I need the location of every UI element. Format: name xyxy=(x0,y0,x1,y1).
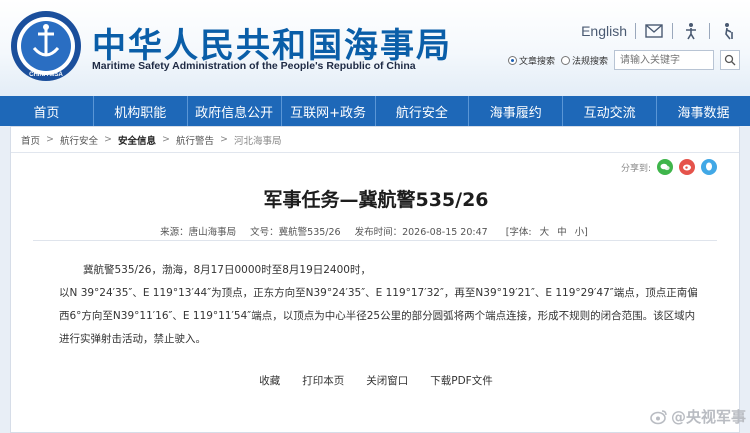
chevron-right-icon: > xyxy=(46,134,54,145)
article-actions: 收藏 打印本页 关闭窗口 下载PDF文件 xyxy=(11,373,741,388)
watermark-text: @央视军事 xyxy=(670,408,746,426)
msa-logo[interactable]: CHINA MSA xyxy=(10,10,82,82)
radio-article-search[interactable]: 文章搜索 xyxy=(507,54,555,67)
article-doc-number: 文号：冀航警535/26 xyxy=(250,227,341,238)
nav-item-compliance[interactable]: 海事履约 xyxy=(468,96,562,126)
search-icon xyxy=(724,54,736,66)
radio-dot xyxy=(507,55,517,65)
breadcrumb-warning[interactable]: 航行警告 xyxy=(176,133,214,147)
qq-icon[interactable] xyxy=(701,159,717,175)
search-button[interactable] xyxy=(720,50,740,70)
radio-label: 文章搜索 xyxy=(518,56,555,67)
radio-dot xyxy=(560,55,570,65)
font-medium-button[interactable]: 中 xyxy=(557,227,567,238)
chevron-right-icon: > xyxy=(104,134,112,145)
nav-item-interaction[interactable]: 互动交流 xyxy=(562,96,656,126)
site-title-en: Maritime Safety Administration of the Pe… xyxy=(92,60,416,72)
article-source: 来源：唐山海事局 xyxy=(160,227,237,238)
breadcrumb-safety-info[interactable]: 安全信息 xyxy=(118,133,156,147)
divider xyxy=(672,23,673,39)
breadcrumb: 首页 > 航行安全 > 安全信息 > 航行警告 > 河北海事局 xyxy=(11,127,739,153)
article-publish-time: 发布时间：2026-08-15 20:47 xyxy=(354,227,488,238)
chevron-right-icon: > xyxy=(161,134,170,145)
radio-law-search[interactable]: 法规搜索 xyxy=(560,54,608,67)
search-input[interactable] xyxy=(614,50,714,70)
radio-label: 法规搜索 xyxy=(571,56,608,67)
share-label: 分享到: xyxy=(620,163,651,174)
main-nav: 首页 机构职能 政府信息公开 互联网+政务 航行安全 海事履约 互动交流 海事数… xyxy=(0,96,750,126)
breadcrumb-current[interactable]: 河北海事局 xyxy=(234,133,282,147)
mail-icon[interactable] xyxy=(644,22,664,40)
accessibility-icon[interactable] xyxy=(681,22,701,40)
share-bar: 分享到: xyxy=(621,159,717,175)
elderly-mode-icon[interactable] xyxy=(718,22,738,40)
svg-text:CHINA MSA: CHINA MSA xyxy=(29,72,63,78)
article-title: 军事任务—冀航警535/26 xyxy=(263,189,489,211)
content-panel: 首页 > 航行安全 > 安全信息 > 航行警告 > 河北海事局 分享到: 军事任… xyxy=(10,126,740,433)
nav-item-data[interactable]: 海事数据 xyxy=(656,96,750,126)
divider xyxy=(635,23,636,39)
nav-item-functions[interactable]: 机构职能 xyxy=(92,96,187,126)
breadcrumb-nav-safety[interactable]: 航行安全 xyxy=(60,133,98,147)
weibo-watermark-icon xyxy=(650,409,667,424)
site-header: CHINA MSA 中华人民共和国海事局 Maritime Safety Adm… xyxy=(0,0,750,96)
article-meta: 来源：唐山海事局 文号：冀航警535/26 发布时间：2026-08-15 20… xyxy=(11,224,741,238)
english-link[interactable]: English xyxy=(581,23,627,39)
favorite-button[interactable]: 收藏 xyxy=(259,373,280,388)
nav-item-nav-safety[interactable]: 航行安全 xyxy=(374,96,469,126)
font-label: [字体: xyxy=(505,227,532,238)
article-paragraph: 以N 39°24′35″、E 119°13′44″为顶点，正东方向至N39°24… xyxy=(59,287,698,345)
weibo-icon[interactable] xyxy=(679,159,695,175)
breadcrumb-home[interactable]: 首页 xyxy=(21,133,40,147)
search-bar: 文章搜索 法规搜索 xyxy=(507,50,740,70)
article-paragraph: 冀航警535/26，渤海，8月17日0000时至8月19日2400时， xyxy=(83,264,371,276)
font-large-button[interactable]: 大 xyxy=(540,227,550,238)
watermark: @央视军事 xyxy=(650,406,746,427)
chevron-right-icon: > xyxy=(219,134,228,145)
close-window-button[interactable]: 关闭窗口 xyxy=(366,373,408,388)
download-pdf-button[interactable]: 下载PDF文件 xyxy=(430,373,492,388)
font-size-controls: [字体: 大中小] xyxy=(502,224,592,238)
top-links: English xyxy=(581,22,738,40)
font-small-button[interactable]: 小] xyxy=(575,227,588,238)
print-button[interactable]: 打印本页 xyxy=(302,373,344,388)
nav-item-gov-info[interactable]: 政府信息公开 xyxy=(186,96,281,126)
divider xyxy=(33,240,717,241)
nav-item-home[interactable]: 首页 xyxy=(0,96,93,126)
article-body: 冀航警535/26，渤海，8月17日0000时至8月19日2400时， 以N 3… xyxy=(59,259,699,351)
divider xyxy=(709,23,710,39)
wechat-icon[interactable] xyxy=(657,159,673,175)
nav-item-internet-gov[interactable]: 互联网+政务 xyxy=(280,96,375,126)
